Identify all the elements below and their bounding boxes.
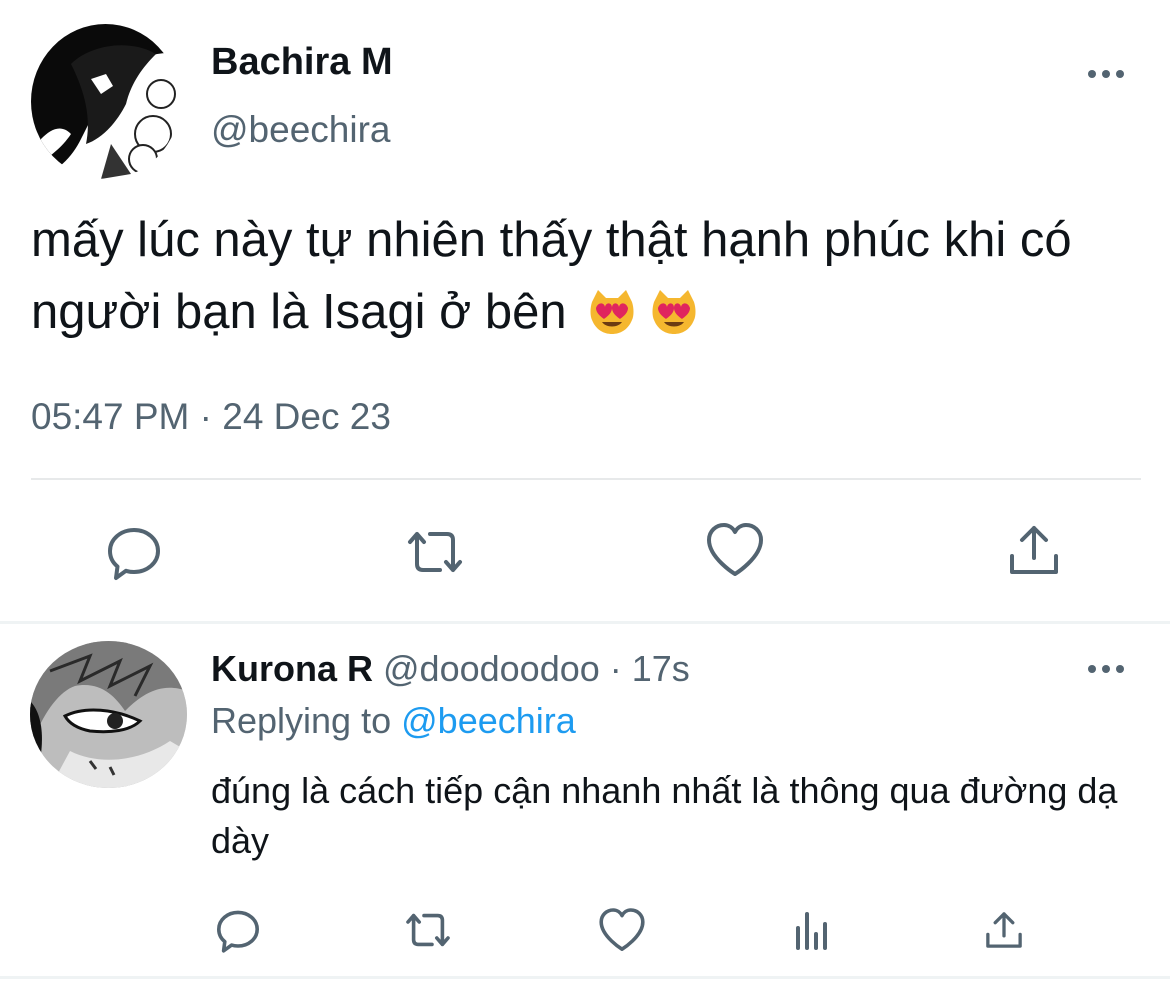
more-options-icon[interactable]	[1082, 62, 1130, 86]
tweet-text: mấy lúc này tự nhiên thấy thật hạnh phúc…	[31, 204, 1141, 348]
manga-avatar-image	[30, 641, 187, 788]
display-name[interactable]: Bachira M	[211, 38, 393, 86]
retweet-icon	[408, 532, 462, 572]
retweet-button[interactable]	[400, 522, 470, 582]
reply-text: đúng là cách tiếp cận nhanh nhất là thôn…	[211, 770, 1118, 861]
share-button[interactable]	[982, 906, 1026, 954]
views-button[interactable]	[792, 906, 832, 954]
divider	[31, 478, 1141, 480]
more-options-icon[interactable]	[1082, 657, 1130, 681]
retweet-icon	[406, 913, 450, 947]
tweet-body: mấy lúc này tự nhiên thấy thật hạnh phúc…	[31, 213, 1072, 339]
reply-icon	[108, 528, 160, 580]
retweet-button[interactable]	[398, 906, 458, 954]
divider	[0, 621, 1170, 624]
heart-eyes-cat-icon	[652, 290, 696, 334]
share-icon	[986, 912, 1022, 948]
handle-and-time[interactable]: @doodoodoo · 17s	[383, 648, 690, 689]
reply-button[interactable]	[104, 522, 164, 582]
heart-icon	[707, 523, 763, 576]
replying-to: Replying to @beechira	[211, 698, 576, 744]
like-button[interactable]	[704, 520, 766, 580]
reply-header: Kurona R @doodoodoo · 17s	[211, 646, 690, 692]
heart-icon	[599, 908, 645, 951]
like-button[interactable]	[597, 906, 647, 954]
mention-link[interactable]: @beechira	[401, 700, 576, 741]
avatar[interactable]	[30, 641, 187, 788]
divider	[0, 976, 1170, 979]
reply-button[interactable]	[214, 906, 262, 954]
reply-icon	[217, 910, 259, 953]
tweet-timestamp[interactable]: 05:47 PM · 24 Dec 23	[31, 392, 391, 442]
user-handle[interactable]: @beechira	[211, 105, 391, 155]
heart-eyes-cat-icon	[590, 290, 634, 334]
share-button[interactable]	[1004, 520, 1064, 580]
display-name[interactable]: Kurona R	[211, 648, 373, 689]
emoji-group	[588, 288, 698, 336]
avatar[interactable]	[31, 24, 180, 179]
views-icon	[796, 912, 827, 950]
manga-avatar-image	[31, 24, 180, 179]
share-icon	[1010, 526, 1058, 574]
replying-to-label: Replying to	[211, 700, 392, 741]
